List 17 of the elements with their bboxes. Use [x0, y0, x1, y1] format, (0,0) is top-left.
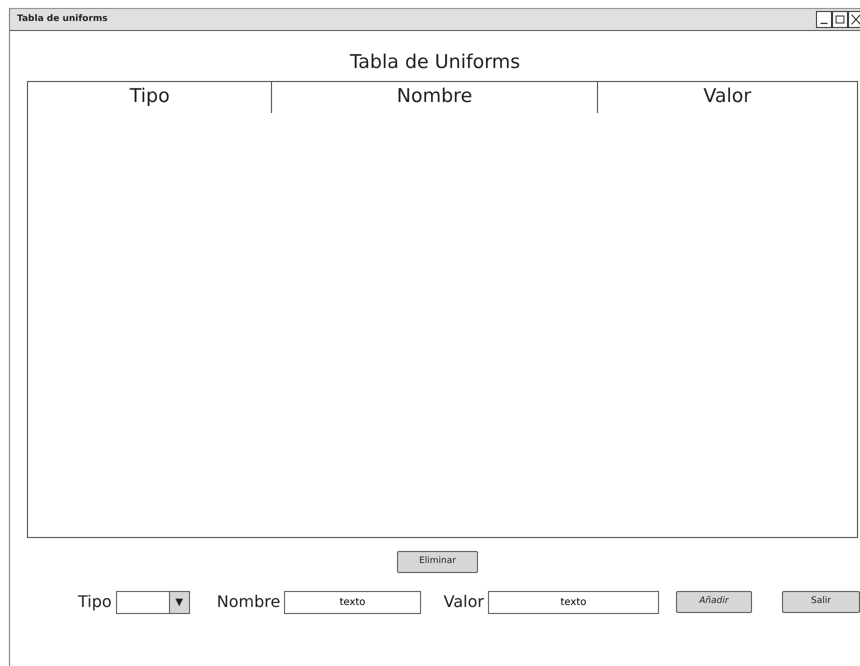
- window-title: Tabla de uniforms: [16, 12, 109, 26]
- field-label: Nombre: [216, 591, 280, 613]
- exit-button[interactable]: Salir: [782, 591, 860, 613]
- column-header[interactable]: Nombre: [396, 85, 472, 107]
- column-header[interactable]: Valor: [703, 85, 752, 107]
- field-label: Valor: [444, 591, 484, 613]
- page-heading: Tabla de Uniforms: [350, 50, 520, 75]
- dropdown[interactable]: ▼: [116, 590, 190, 614]
- add-button[interactable]: Añadir: [676, 591, 752, 613]
- close-icon[interactable]: [848, 11, 860, 28]
- text-field[interactable]: texto: [284, 590, 421, 614]
- maximize-icon[interactable]: [832, 11, 848, 28]
- delete-button[interactable]: Eliminar: [397, 551, 478, 573]
- minimize-icon[interactable]: [816, 11, 832, 28]
- field-label: Tipo: [78, 591, 112, 613]
- text-field[interactable]: texto: [488, 590, 659, 614]
- column-header[interactable]: Tipo: [130, 85, 170, 107]
